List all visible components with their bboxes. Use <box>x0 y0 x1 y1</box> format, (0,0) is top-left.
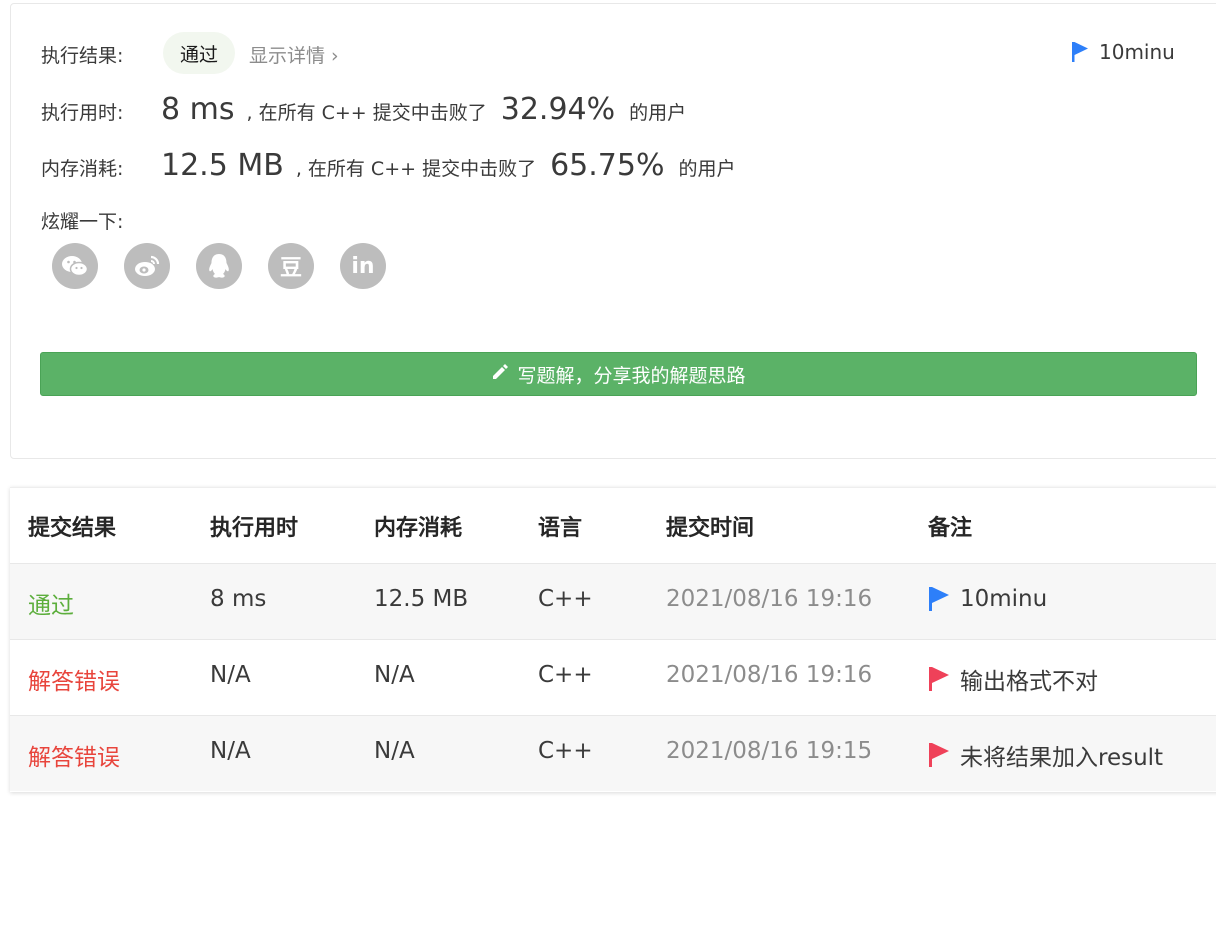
write-solution-label: 写题解，分享我的解题思路 <box>517 364 746 387</box>
row-language: C++ <box>538 586 593 612</box>
runtime-value: 8 ms <box>161 92 235 127</box>
show-details-link[interactable]: 显示详情 › <box>249 41 339 68</box>
row-note-text: 10minu <box>960 586 1048 612</box>
runtime-stat: 执行用时: 8 ms , 在所有 C++ 提交中击败了 32.94% 的用户 <box>41 92 686 127</box>
flag-icon <box>928 586 950 612</box>
row-runtime: N/A <box>210 662 251 688</box>
write-solution-button[interactable]: 写题解，分享我的解题思路 <box>40 352 1197 396</box>
row-runtime: 8 ms <box>210 586 267 612</box>
memory-percent: 65.75% <box>550 148 665 183</box>
row-memory: N/A <box>374 662 415 688</box>
row-runtime: N/A <box>210 738 251 764</box>
weibo-icon[interactable] <box>124 243 170 289</box>
row-note-text: 输出格式不对 <box>960 669 1098 695</box>
memory-label: 内存消耗: <box>41 158 124 180</box>
memory-value: 12.5 MB <box>161 148 284 183</box>
row-submit-time: 2021/08/16 19:15 <box>666 738 873 764</box>
qq-icon[interactable] <box>196 243 242 289</box>
row-note-text: 未将结果加入result <box>960 745 1164 771</box>
status-badge: 通过 <box>163 32 235 74</box>
memory-text: , 在所有 C++ 提交中击败了 <box>295 158 537 180</box>
wechat-icon[interactable] <box>52 243 98 289</box>
row-language: C++ <box>538 662 593 688</box>
row-result-link[interactable]: 解答错误 <box>28 738 120 772</box>
row-result-link[interactable]: 解答错误 <box>28 662 120 696</box>
table-row: 解答错误 N/A N/A C++ 2021/08/16 19:15 未将结果加入… <box>10 715 1216 791</box>
row-note-button[interactable]: 10minu <box>928 586 1047 612</box>
flag-icon <box>928 666 950 692</box>
row-result-link[interactable]: 通过 <box>28 586 74 620</box>
row-language: C++ <box>538 738 593 764</box>
linkedin-icon[interactable]: in <box>340 243 386 289</box>
header-memory: 内存消耗 <box>374 516 463 541</box>
row-memory: 12.5 MB <box>374 586 469 612</box>
result-label: 执行结果: <box>41 45 124 67</box>
douban-icon[interactable]: 豆 <box>268 243 314 289</box>
share-label: 炫耀一下: <box>41 211 124 233</box>
flag-icon <box>1071 41 1089 63</box>
pencil-icon <box>491 363 509 386</box>
note-flag-button[interactable]: 10minu <box>1071 40 1175 64</box>
runtime-label: 执行用时: <box>41 102 124 124</box>
runtime-percent: 32.94% <box>500 92 616 127</box>
runtime-text: , 在所有 C++ 提交中击败了 <box>246 102 487 124</box>
note-text: 10minu <box>1099 40 1175 64</box>
header-submit-time: 提交时间 <box>666 516 755 541</box>
row-note-button[interactable]: 输出格式不对 <box>928 662 1098 696</box>
submission-result-panel: 执行结果: 通过 显示详情 › 10minu 执行用时: 8 ms , 在所有 … <box>10 3 1216 459</box>
header-language: 语言 <box>538 516 583 541</box>
table-header: 提交结果 执行用时 内存消耗 语言 提交时间 备注 <box>10 488 1216 563</box>
submission-history-table: 提交结果 执行用时 内存消耗 语言 提交时间 备注 通过 8 ms 12.5 M… <box>10 487 1216 792</box>
memory-tail: 的用户 <box>678 158 736 180</box>
share-icons: 豆 in <box>52 243 386 289</box>
row-submit-time: 2021/08/16 19:16 <box>666 586 873 612</box>
row-note-button[interactable]: 未将结果加入result <box>928 738 1163 772</box>
row-submit-time: 2021/08/16 19:16 <box>666 662 873 688</box>
header-result: 提交结果 <box>28 516 117 541</box>
runtime-tail: 的用户 <box>629 102 687 124</box>
flag-icon <box>928 742 950 768</box>
table-row: 通过 8 ms 12.5 MB C++ 2021/08/16 19:16 10m… <box>10 563 1216 639</box>
table-row: 解答错误 N/A N/A C++ 2021/08/16 19:16 输出格式不对 <box>10 639 1216 715</box>
memory-stat: 内存消耗: 12.5 MB , 在所有 C++ 提交中击败了 65.75% 的用… <box>41 148 735 183</box>
header-runtime: 执行用时 <box>210 516 299 541</box>
row-memory: N/A <box>374 738 415 764</box>
header-note: 备注 <box>928 516 973 541</box>
